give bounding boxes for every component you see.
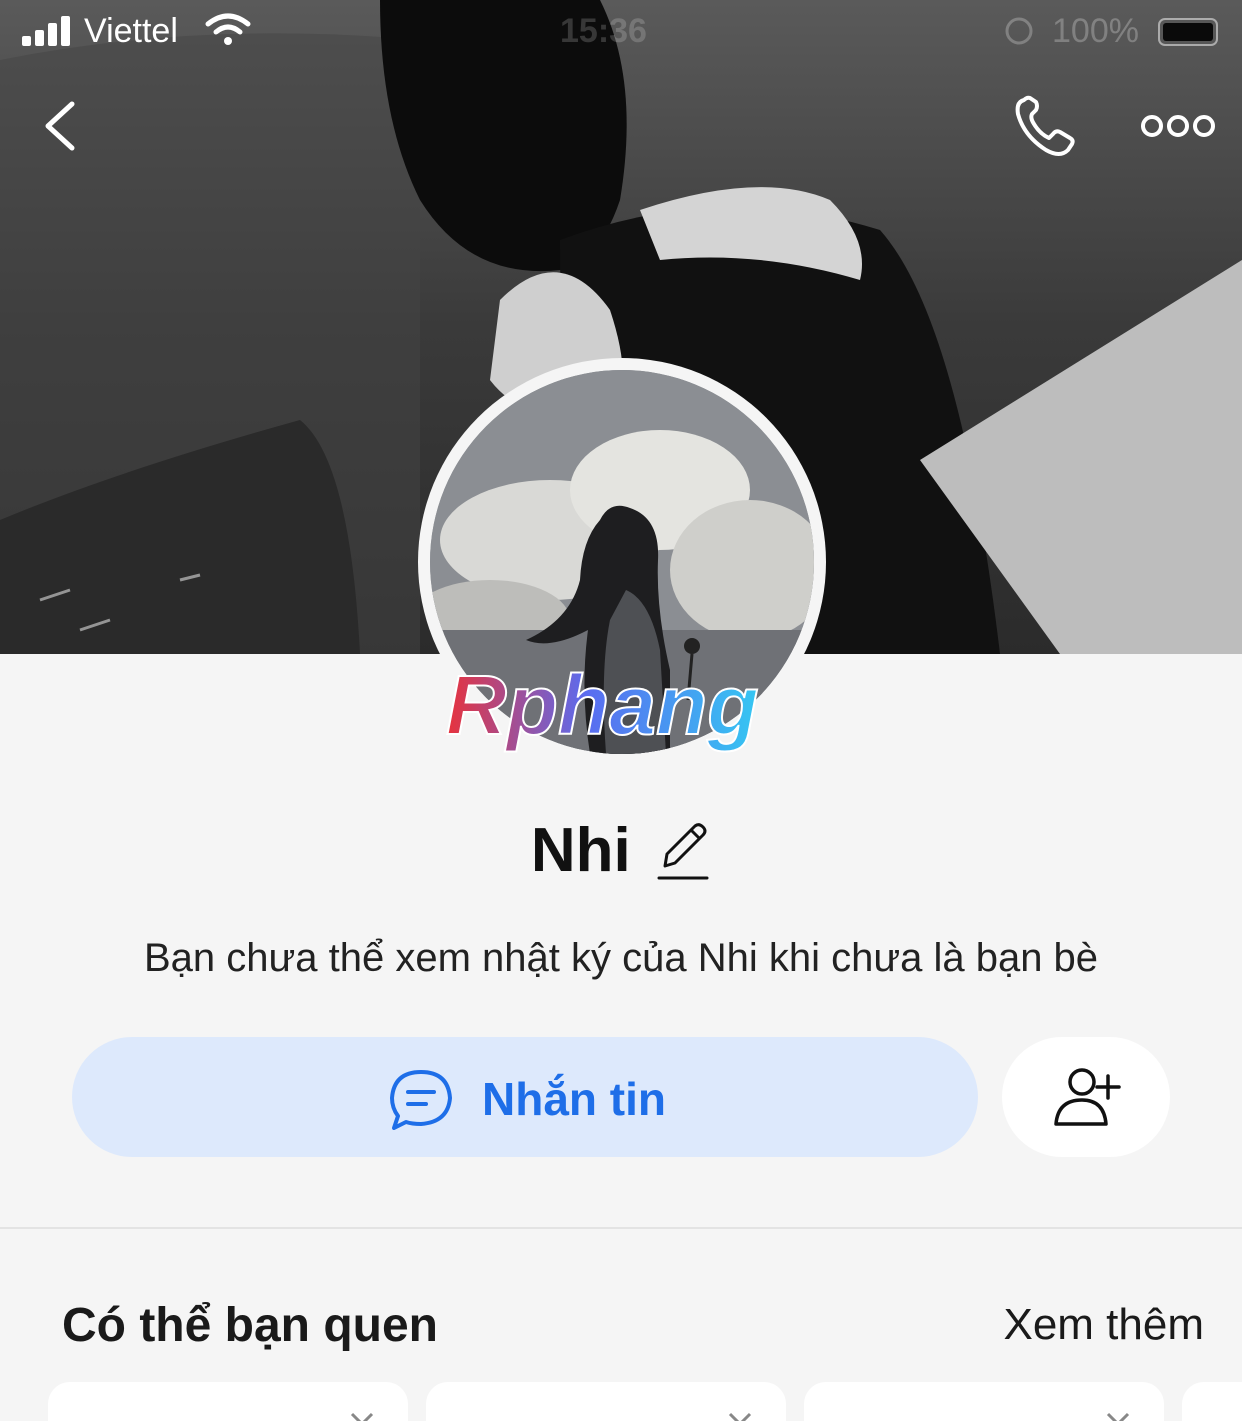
- orientation-lock-icon: [1005, 17, 1033, 45]
- watermark-logo: Rphang: [445, 664, 760, 753]
- see-more-link[interactable]: Xem thêm: [1003, 1300, 1204, 1350]
- suggestion-card[interactable]: [48, 1382, 408, 1421]
- profile-name-row: Nhi: [0, 815, 1242, 895]
- battery-percent: 100%: [1052, 12, 1139, 50]
- friendship-notice: Bạn chưa thể xem nhật ký của Nhi khi chư…: [143, 936, 1099, 980]
- wifi-icon: [205, 13, 251, 45]
- status-bar: Viettel 15:36 100%: [0, 0, 1242, 64]
- edit-pencil-icon[interactable]: [655, 820, 711, 882]
- close-icon[interactable]: [726, 1410, 754, 1421]
- clock-label: 15:36: [560, 12, 647, 50]
- message-button-label[interactable]: Nhắn tin: [482, 1072, 666, 1126]
- more-icon[interactable]: [1138, 108, 1218, 144]
- battery-icon: [1158, 18, 1218, 46]
- carrier-label: Viettel: [84, 12, 178, 50]
- section-divider: [0, 1227, 1242, 1229]
- suggestion-card[interactable]: [804, 1382, 1164, 1421]
- profile-name: Nhi: [530, 816, 631, 885]
- chat-bubble-icon: [390, 1070, 452, 1130]
- signal-icon: [22, 14, 72, 46]
- close-icon[interactable]: [1104, 1410, 1132, 1421]
- close-icon[interactable]: [348, 1410, 376, 1421]
- back-chevron-icon[interactable]: [36, 96, 92, 156]
- add-friend-icon: [1054, 1068, 1121, 1126]
- suggestion-card[interactable]: [1182, 1382, 1242, 1421]
- svg-text:Rphang: Rphang: [446, 664, 759, 752]
- phone-icon[interactable]: [1010, 94, 1080, 160]
- suggestions-title: Có thể bạn quen: [62, 1299, 438, 1352]
- suggestion-card[interactable]: [426, 1382, 786, 1421]
